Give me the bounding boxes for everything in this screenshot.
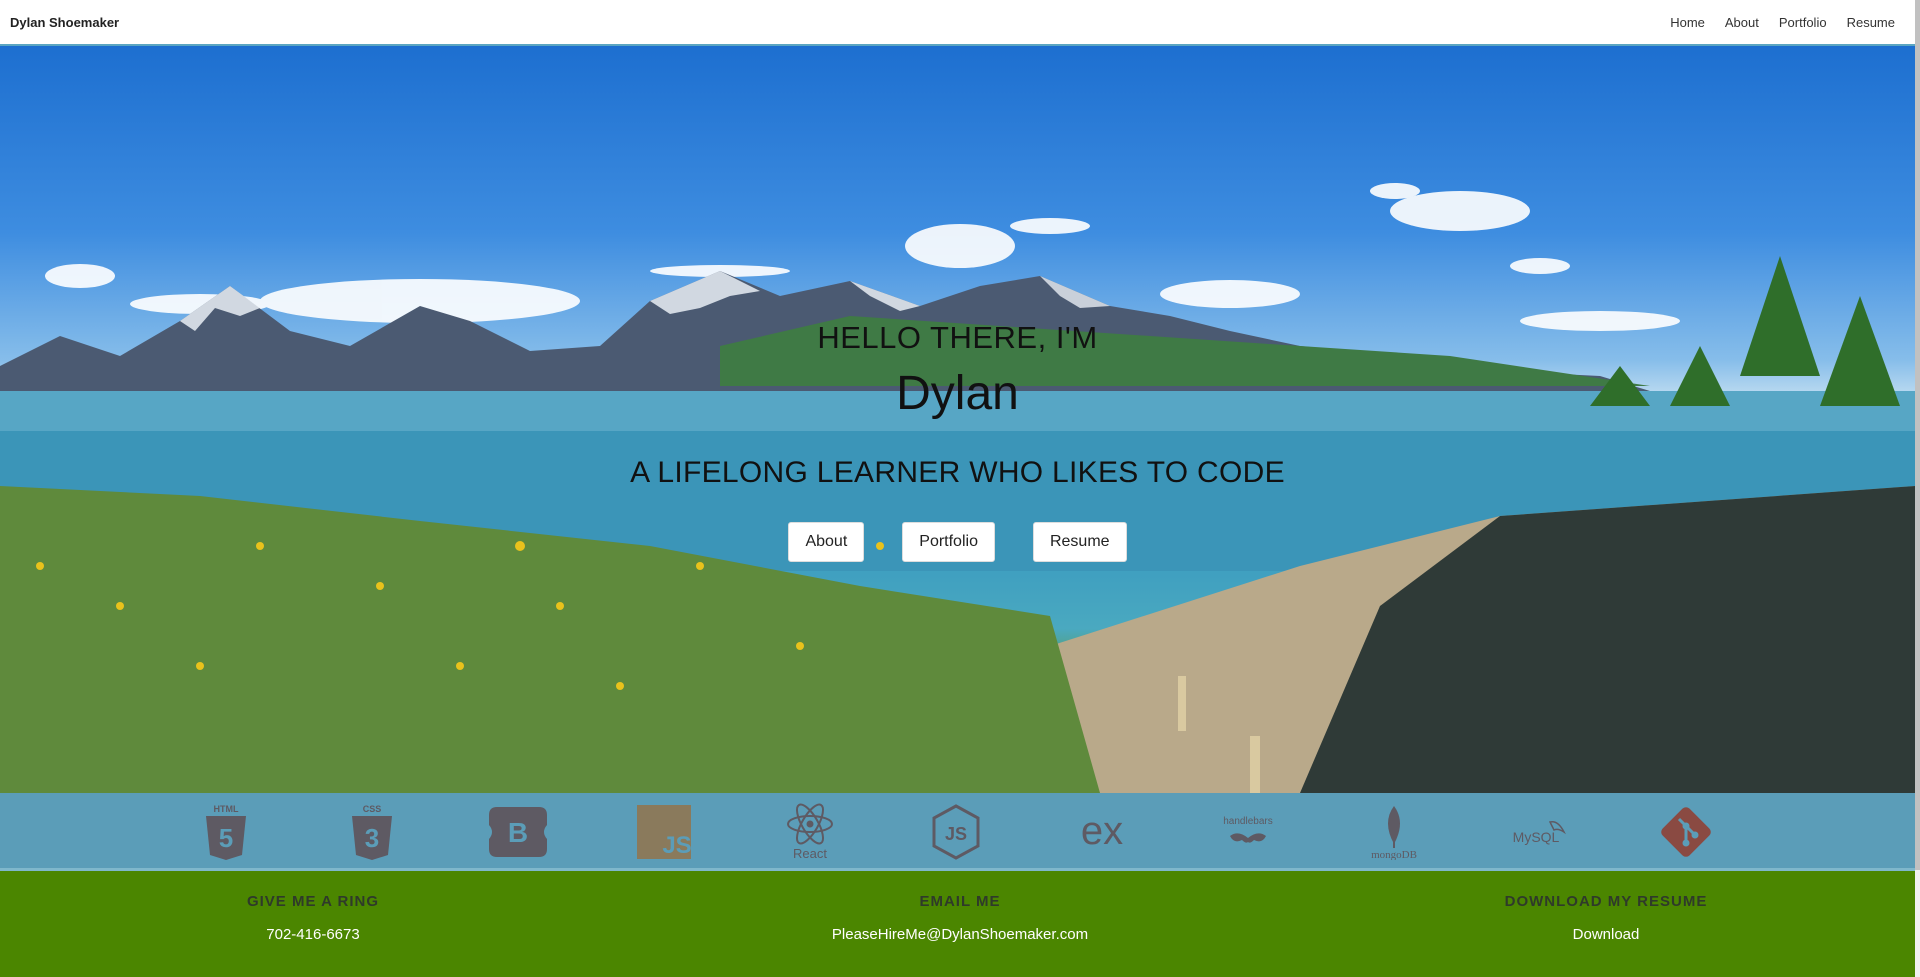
phone-link[interactable]: 702-416-6673 <box>113 926 513 943</box>
svg-text:HTML: HTML <box>214 804 239 814</box>
resume-download-link[interactable]: Download <box>1406 926 1806 943</box>
mysql-icon: MySQL <box>1510 802 1570 862</box>
tech-icons-strip: HTML 5 CSS 3 B JS React JS ex handlebars… <box>0 793 1915 871</box>
hero-about-button[interactable]: About <box>788 522 865 562</box>
email-link[interactable]: PleaseHireMe@DylanShoemaker.com <box>760 926 1160 943</box>
git-icon <box>1656 802 1716 862</box>
svg-text:B: B <box>508 817 528 848</box>
svg-text:React: React <box>793 846 827 861</box>
nav-link-portfolio[interactable]: Portfolio <box>1779 15 1827 30</box>
svg-text:MySQL: MySQL <box>1513 829 1560 845</box>
nav-link-resume[interactable]: Resume <box>1847 15 1895 30</box>
footer: GIVE ME A RING 702-416-6673 EMAIL ME Ple… <box>0 871 1915 977</box>
bootstrap-icon: B <box>488 802 548 862</box>
footer-phone-heading: GIVE ME A RING <box>246 893 380 910</box>
footer-email-heading: EMAIL ME <box>919 893 1001 910</box>
scrollbar-thumb[interactable] <box>1915 0 1920 870</box>
hero-tagline: A LIFELONG LEARNER WHO LIKES TO CODE <box>630 456 1285 489</box>
hero-resume-button[interactable]: Resume <box>1032 522 1127 562</box>
svg-text:CSS: CSS <box>363 804 382 814</box>
brand-link[interactable]: Dylan Shoemaker <box>10 15 119 30</box>
svg-text:handlebars: handlebars <box>1223 816 1272 827</box>
footer-resume: DOWNLOAD MY RESUME Download <box>1406 893 1806 943</box>
hero-section: HELLO THERE, I'M Dylan A LIFELONG LEARNE… <box>0 46 1915 793</box>
footer-email: EMAIL ME PleaseHireMe@DylanShoemaker.com <box>760 893 1160 943</box>
html5-icon: HTML 5 <box>196 802 256 862</box>
svg-text:JS: JS <box>662 832 691 859</box>
svg-text:ex: ex <box>1081 812 1123 852</box>
react-icon: React <box>780 802 840 862</box>
hero-greeting: HELLO THERE, I'M <box>817 320 1098 355</box>
svg-text:5: 5 <box>219 823 233 853</box>
javascript-icon: JS <box>634 802 694 862</box>
handlebars-icon: handlebars <box>1218 802 1278 862</box>
nodejs-icon: JS <box>926 802 986 862</box>
hero-buttons: About Portfolio Resume <box>0 522 1915 562</box>
svg-text:3: 3 <box>365 823 379 853</box>
svg-text:mongoDB: mongoDB <box>1371 849 1417 860</box>
footer-resume-heading: DOWNLOAD MY RESUME <box>1504 893 1708 910</box>
mongodb-icon: mongoDB <box>1364 802 1424 862</box>
nav-link-home[interactable]: Home <box>1670 15 1705 30</box>
hero-portfolio-button[interactable]: Portfolio <box>902 522 995 562</box>
css3-icon: CSS 3 <box>342 802 402 862</box>
page: Dylan Shoemaker Home About Portfolio Res… <box>0 0 1915 977</box>
nav-links: Home About Portfolio Resume <box>1670 15 1905 30</box>
navbar: Dylan Shoemaker Home About Portfolio Res… <box>0 0 1915 46</box>
express-icon: ex <box>1072 802 1132 862</box>
hero-name: Dylan <box>896 367 1019 420</box>
svg-text:JS: JS <box>945 824 967 844</box>
nav-link-about[interactable]: About <box>1725 15 1759 30</box>
page-scrollbar[interactable] <box>1915 0 1920 977</box>
footer-phone: GIVE ME A RING 702-416-6673 <box>113 893 513 943</box>
